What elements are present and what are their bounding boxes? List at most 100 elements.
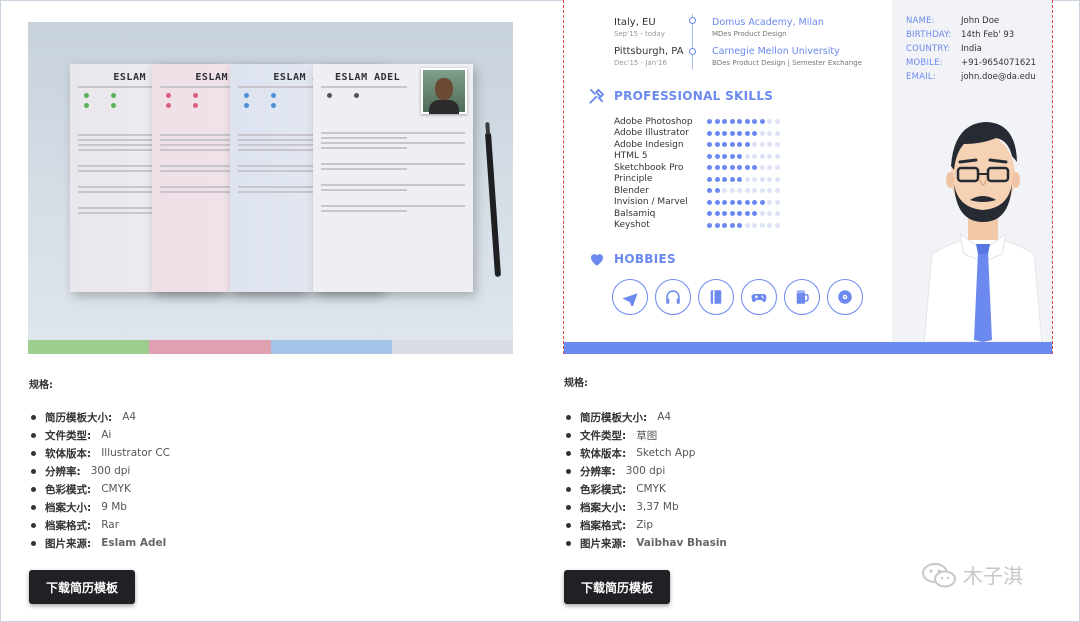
skill-rating [707, 211, 780, 217]
spec-heading: 规格: [29, 380, 53, 391]
download-template-button[interactable]: 下载简历模板 [564, 570, 670, 604]
education-place: Pittsburgh, PA Dec'15 - Jan'16 [614, 46, 684, 67]
watermark-text: 木子淇 [963, 564, 1023, 588]
skill-name: Adobe Illustrator [614, 128, 689, 139]
spec-value: CMYK [636, 483, 666, 495]
skills-section-title: PROFESSIONAL SKILLS [588, 87, 773, 105]
color-strip [28, 340, 513, 354]
skill-row: Principle [614, 174, 780, 186]
skill-row: Sketchbook Pro [614, 162, 780, 174]
wechat-icon [922, 562, 956, 587]
contact-info: NAME: John Doe BIRTHDAY: 14th Feb' 93 COUNTR… [906, 14, 1036, 84]
spec-label: 文件类型: [580, 429, 627, 442]
spec-value: 300 dpi [625, 465, 666, 477]
spec-label: 档案大小: [45, 501, 92, 514]
spec-item: 简历模板大小: A4 [566, 408, 727, 426]
spec-label: 分辨率: [580, 465, 616, 478]
skill-rating [707, 153, 780, 159]
spec-label: 软体版本: [580, 447, 627, 460]
spec-item: 文件类型: 草图 [566, 426, 727, 444]
spec-label: 档案格式: [580, 519, 627, 532]
watermark: 木子淇 [921, 560, 1023, 589]
airplane-icon [612, 279, 648, 315]
spec-value: Rar [101, 519, 120, 531]
spec-list: 简历模板大小: A4 文件类型: Ai 软体版本: Illustrator CC 分辨率: 3… [31, 408, 170, 552]
accent-bar [564, 342, 1052, 354]
spec-value: 3,37 Mb [636, 501, 679, 513]
strip-green [28, 340, 150, 354]
contact-key: MOBILE: [906, 58, 943, 68]
left-template-preview[interactable]: ESLAM ADEL ESLAM ADEL ESLAM ADEL ESLAM A… [28, 22, 513, 354]
timeline-dot [689, 48, 696, 55]
education-place: Italy, EU Sep'15 - today [614, 17, 665, 38]
contact-key: NAME: [906, 16, 935, 26]
headphones-icon [655, 279, 691, 315]
pen-illustration [484, 131, 502, 278]
spec-label: 色彩模式: [45, 483, 92, 496]
contact-value: India [961, 44, 982, 54]
skill-name: Keyshot [614, 220, 650, 231]
skill-rating [707, 222, 780, 228]
spec-value: 9 Mb [101, 501, 127, 513]
spec-label: 档案大小: [580, 501, 627, 514]
skill-row: Adobe Indesign [614, 139, 780, 151]
heart-icon [591, 254, 603, 266]
skill-name: Adobe Indesign [614, 139, 684, 150]
spec-item: 文件类型: Ai [31, 426, 170, 444]
contact-value: +91-9654071621 [961, 58, 1037, 68]
timeline-dot [689, 17, 696, 24]
spec-value: Zip [636, 519, 653, 531]
spec-item: 软体版本: Sketch App [566, 444, 727, 462]
spec-item: 图片来源: Eslam Adel [31, 534, 170, 552]
spec-label: 档案格式: [45, 519, 92, 532]
spec-value: Illustrator CC [101, 447, 170, 459]
skill-name: Invision / Marvel [614, 197, 688, 208]
skill-row: Adobe Photoshop [614, 116, 780, 128]
skill-row: Adobe Illustrator [614, 128, 780, 140]
right-template-preview[interactable]: Italy, EU Sep'15 - today Domus Academy, … [563, 0, 1053, 354]
strip-grey [391, 340, 513, 354]
spec-item: 分辨率: 300 dpi [566, 462, 727, 480]
spec-item: 分辨率: 300 dpi [31, 462, 170, 480]
spec-item: 色彩模式: CMYK [31, 480, 170, 498]
skill-name: Balsamiq [614, 208, 656, 219]
contact-key: COUNTRY: [906, 44, 951, 54]
skills-title-text: PROFESSIONAL SKILLS [614, 89, 774, 103]
skill-name: Sketchbook Pro [614, 162, 684, 173]
gamepad-icon [741, 279, 777, 315]
beer-icon [784, 279, 820, 315]
spec-value: CMYK [101, 483, 131, 495]
download-template-button[interactable]: 下载简历模板 [29, 570, 135, 604]
strip-pink [149, 340, 271, 354]
contact-row: MOBILE: +91-9654071621 [906, 56, 1036, 70]
spec-value: 草图 [636, 429, 658, 442]
disc-icon [827, 279, 863, 315]
spec-list: 简历模板大小: A4 文件类型: 草图 软体版本: Sketch App 分辨率: 300 d… [566, 408, 727, 552]
spec-label: 图片来源: [580, 537, 627, 550]
spec-item: 档案格式: Rar [31, 516, 170, 534]
hobbies-title-text: HOBBIES [614, 252, 676, 266]
resume-photo [421, 68, 467, 114]
skill-name: Principle [614, 174, 653, 185]
skill-rating [707, 199, 780, 205]
hobbies-section-title: HOBBIES [588, 250, 676, 268]
spec-item: 档案格式: Zip [566, 516, 727, 534]
contact-value: John Doe [961, 16, 1000, 26]
education-school: Domus Academy, Milan MDes Product Design [712, 17, 824, 38]
spec-item: 软体版本: Illustrator CC [31, 444, 170, 462]
contact-value: 14th Feb' 93 [961, 30, 1015, 40]
resume-sheet: ESLAM ADEL [313, 64, 473, 292]
spec-value: Sketch App [636, 447, 696, 459]
spec-label: 简历模板大小: [45, 411, 113, 424]
skill-row: Blender [614, 185, 780, 197]
spec-item: 档案大小: 3,37 Mb [566, 498, 727, 516]
contact-row: EMAIL: john.doe@da.edu [906, 70, 1036, 84]
skill-rating [707, 188, 780, 194]
spec-label: 文件类型: [45, 429, 92, 442]
contact-row: NAME: John Doe [906, 14, 1036, 28]
spec-value: A4 [122, 411, 137, 423]
contact-row: COUNTRY: India [906, 42, 1036, 56]
spec-value: Eslam Adel [101, 537, 167, 549]
skill-rating [707, 130, 780, 136]
skill-row: Keyshot [614, 220, 780, 232]
